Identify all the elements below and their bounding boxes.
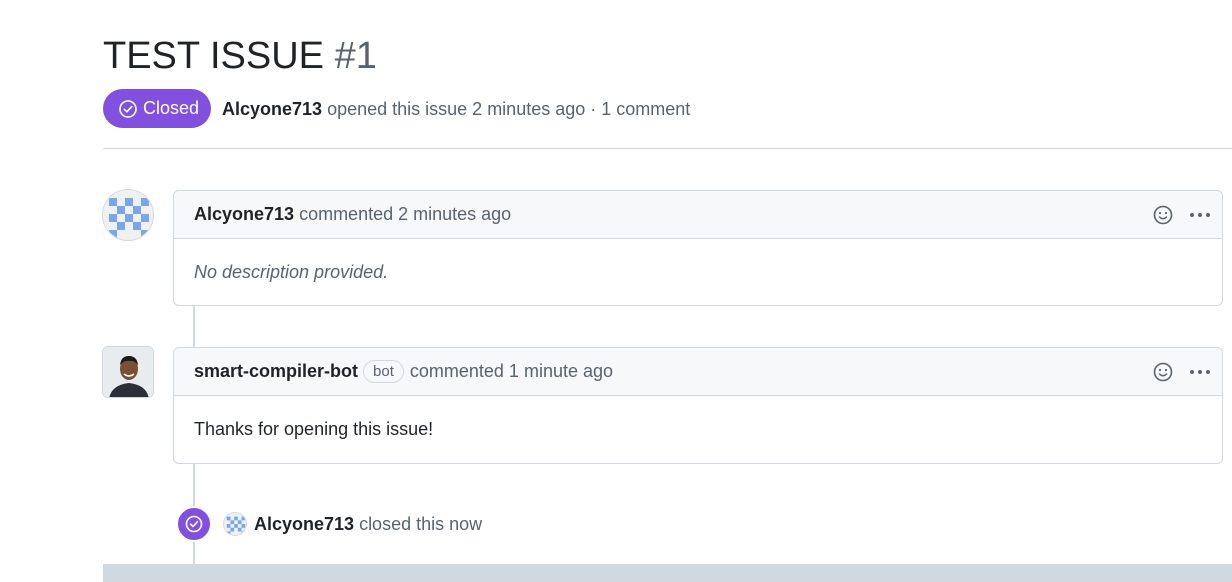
event-text: closed this now — [359, 513, 483, 534]
issue-meta: Alcyone713 opened this issue 2 minutes a… — [222, 97, 690, 121]
kebab-horizontal-icon[interactable] — [1188, 204, 1212, 226]
comment-header: Alcyone713 commented 2 minutes ago — [174, 191, 1222, 239]
event-author-link[interactable]: Alcyone713 — [254, 514, 354, 535]
timeline-bottom-bar — [103, 564, 1232, 582]
comment-author-link[interactable]: smart-compiler-bot — [194, 361, 358, 382]
comment-header: smart-compiler-bot bot commented 1 minut… — [174, 348, 1222, 396]
issue-title: TEST ISSUE #1 — [103, 34, 377, 78]
comment-body: Thanks for opening this issue! — [194, 419, 434, 439]
issue-author-link[interactable]: Alcyone713 — [222, 99, 322, 119]
header-divider — [103, 148, 1232, 149]
bot-badge: bot — [363, 360, 404, 383]
issue-state-label: Closed — [143, 98, 200, 118]
timeline-event-closed: Alcyone713 closed this now — [176, 506, 482, 542]
comment-timestamp[interactable]: commented 1 minute ago — [410, 361, 613, 382]
identicon-avatar[interactable] — [223, 512, 247, 536]
smiley-icon[interactable] — [1152, 361, 1174, 383]
comment-card: Alcyone713 commented 2 minutes ago No de… — [173, 190, 1223, 306]
check-circle-icon — [119, 99, 137, 118]
issue-meta-text: opened this issue 2 minutes ago · 1 comm… — [327, 99, 691, 119]
issue-title-text: TEST ISSUE — [103, 35, 325, 77]
kebab-horizontal-icon[interactable] — [1188, 361, 1212, 383]
comment-timestamp[interactable]: commented 2 minutes ago — [299, 204, 511, 225]
issue-number: #1 — [334, 35, 377, 77]
comment-card: smart-compiler-bot bot commented 1 minut… — [173, 347, 1223, 464]
comment-body: No description provided. — [194, 261, 389, 282]
photo-avatar[interactable] — [102, 346, 154, 398]
issue-state-badge: Closed — [103, 89, 211, 128]
comment-author-link[interactable]: Alcyone713 — [194, 204, 294, 225]
smiley-icon[interactable] — [1152, 204, 1174, 226]
check-circle-icon — [176, 506, 212, 542]
identicon-avatar[interactable] — [102, 189, 154, 241]
